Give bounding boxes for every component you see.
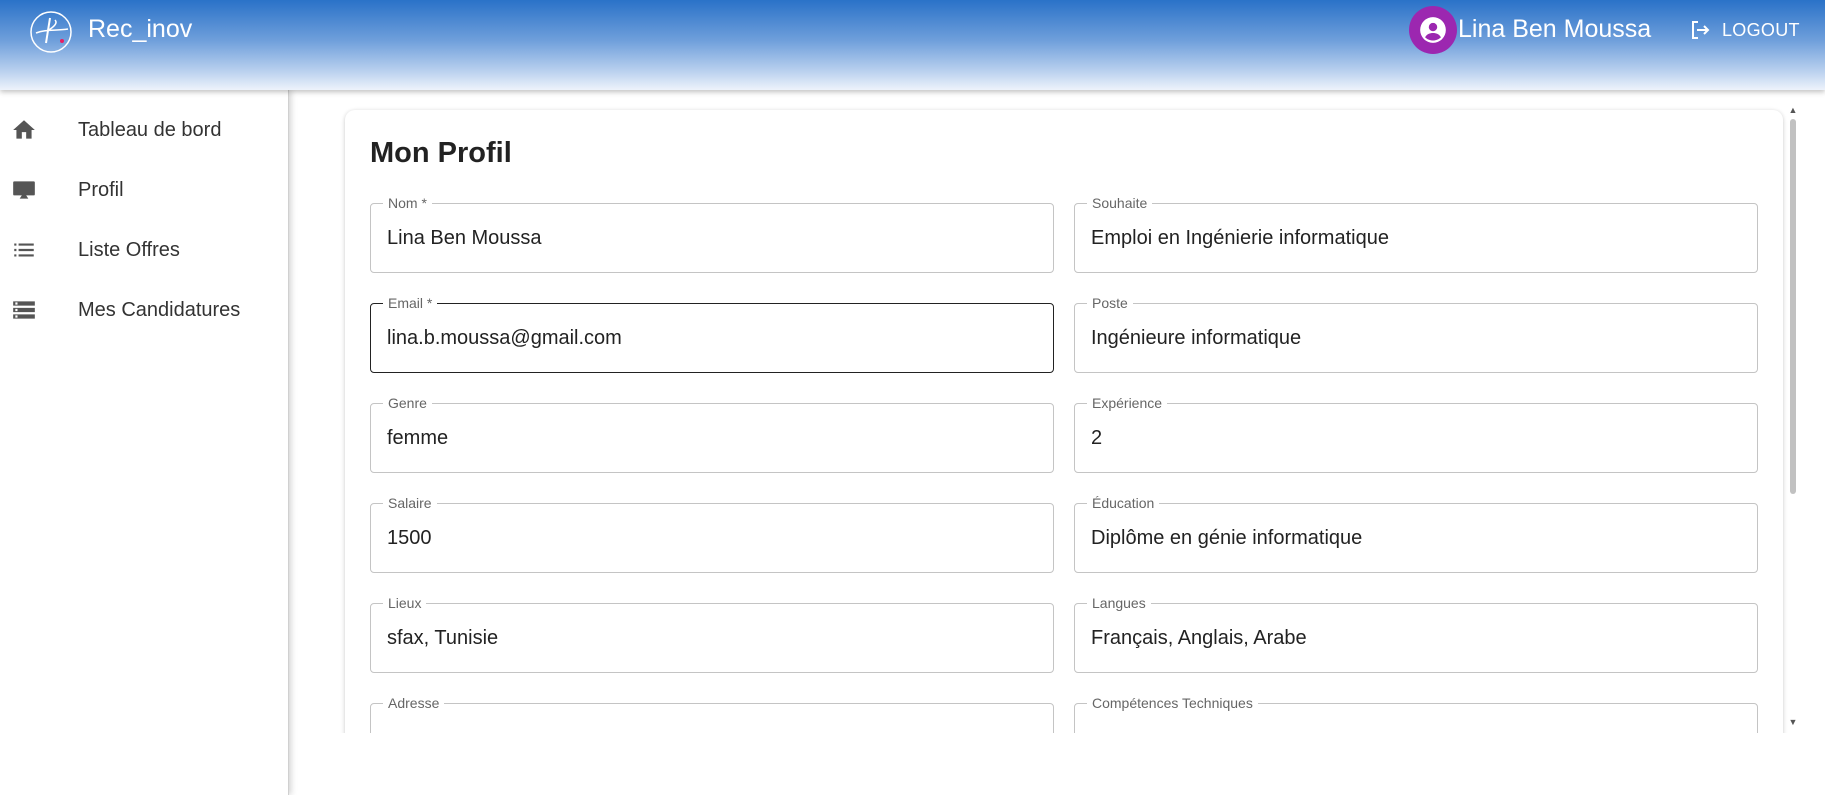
sidebar-item-tableau-de-bord[interactable]: Tableau de bord [0,102,288,158]
logout-label: LOGOUT [1722,19,1800,40]
sidebar-item-label: Tableau de bord [78,118,222,141]
main-content: Mon Profil Nom * Lina Ben Moussa Souhait… [289,90,1825,733]
user-avatar[interactable] [1409,6,1457,54]
poste-field[interactable]: Poste Ingénieure informatique [1074,295,1758,373]
scroll-up-icon[interactable]: ▲ [1788,105,1798,117]
lieux-label: Lieux [383,595,427,611]
email-field[interactable]: Email * lina.b.moussa@gmail.com [370,295,1054,373]
sidebar-item-mes-candidatures[interactable]: Mes Candidatures [0,282,288,338]
logout-button[interactable]: LOGOUT [1688,18,1800,42]
adresse-field[interactable]: Adresse [370,695,1054,733]
app-header: Rec_inov Lina Ben Moussa LOGOUT [0,0,1825,90]
main-scrollbar[interactable]: ▲ ▼ [1788,105,1798,730]
app-title: Rec_inov [88,15,193,43]
salaire-label: Salaire [383,495,437,511]
lieux-field[interactable]: Lieux sfax, Tunisie [370,595,1054,673]
sidebar: Tableau de bord Profil Liste Offres Mes … [0,90,289,795]
genre-field[interactable]: Genre femme [370,395,1054,473]
logout-icon [1692,21,1710,39]
langues-value: Français, Anglais, Arabe [1091,627,1307,649]
salaire-value: 1500 [387,527,432,549]
account-circle-icon [1420,17,1446,43]
genre-label: Genre [383,395,432,411]
nom-value: Lina Ben Moussa [387,227,542,249]
app-logo-icon [30,11,72,53]
education-label: Éducation [1087,495,1160,511]
competences-field[interactable]: Compétences Techniques [1074,695,1758,733]
competences-label: Compétences Techniques [1087,695,1258,711]
experience-value: 2 [1091,427,1103,449]
souhaite-value: Emploi en Ingénierie informatique [1091,227,1389,249]
sidebar-item-label: Mes Candidatures [78,298,241,321]
home-icon [10,116,38,144]
email-value: lina.b.moussa@gmail.com [387,327,622,349]
poste-value: Ingénieure informatique [1091,327,1302,349]
experience-label: Expérience [1087,395,1168,411]
list-icon [10,236,38,264]
user-name: Lina Ben Moussa [1458,15,1652,43]
email-label: Email * [383,295,438,311]
sidebar-item-label: Profil [78,178,124,201]
storage-list-icon [10,296,38,324]
sidebar-item-liste-offres[interactable]: Liste Offres [0,222,288,278]
salaire-field[interactable]: Salaire 1500 [370,495,1054,573]
page-title: Mon Profil [370,137,512,169]
nom-field[interactable]: Nom * Lina Ben Moussa [370,195,1054,273]
profile-card: Mon Profil Nom * Lina Ben Moussa Souhait… [345,110,1783,733]
scroll-thumb[interactable] [1790,119,1796,494]
experience-field[interactable]: Expérience 2 [1074,395,1758,473]
adresse-label: Adresse [383,695,445,711]
souhaite-field[interactable]: Souhaite Emploi en Ingénierie informatiq… [1074,195,1758,273]
education-value: Diplôme en génie informatique [1091,527,1363,549]
langues-label: Langues [1087,595,1151,611]
poste-label: Poste [1087,295,1133,311]
langues-field[interactable]: Langues Français, Anglais, Arabe [1074,595,1758,673]
sidebar-item-label: Liste Offres [78,238,180,261]
monitor-icon [10,176,38,204]
lieux-value: sfax, Tunisie [387,627,499,649]
nom-label: Nom * [383,195,432,211]
souhaite-label: Souhaite [1087,195,1153,211]
scroll-down-icon[interactable]: ▼ [1788,717,1798,729]
sidebar-item-profil[interactable]: Profil [0,162,288,218]
education-field[interactable]: Éducation Diplôme en génie informatique [1074,495,1758,573]
genre-value: femme [387,427,449,449]
